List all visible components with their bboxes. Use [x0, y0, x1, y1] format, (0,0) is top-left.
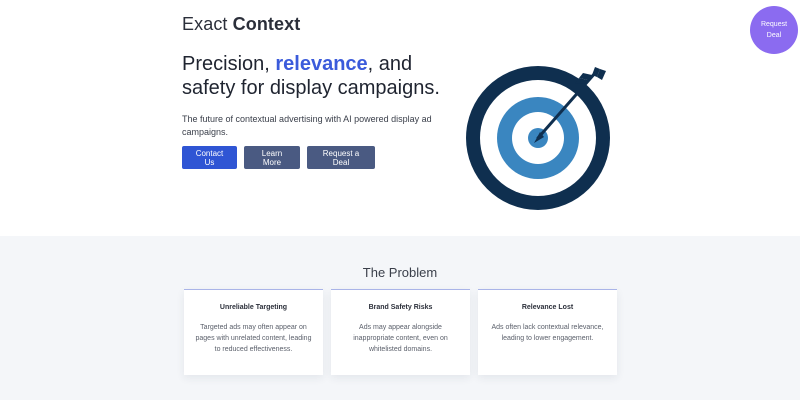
card-text: Targeted ads may often appear on pages w… — [195, 324, 312, 353]
brand-logo-light: Exact — [182, 14, 228, 34]
card-title: Brand Safety Risks — [368, 304, 433, 311]
target-arrow-icon — [466, 66, 610, 210]
headline-accent: relevance — [275, 53, 368, 75]
problem-title: The Problem — [362, 265, 438, 280]
brand-logo[interactable]: Exact Context — [182, 14, 300, 35]
problem-card-brand-safety: Brand Safety Risks Ads may appear alongs… — [331, 289, 470, 375]
headline-pre: Precision, — [182, 53, 276, 75]
hero-headline: Precision, relevance, and safety for dis… — [182, 52, 442, 100]
hero-subtitle: The future of contextual advertising wit… — [182, 114, 432, 137]
contact-us-button[interactable]: Contact Us — [182, 146, 237, 169]
card-text: Ads may appear alongside inappropriate c… — [353, 324, 448, 353]
card-title: Relevance Lost — [521, 304, 574, 311]
problem-card-unreliable-targeting: Unreliable Targeting Targeted ads may of… — [184, 289, 323, 375]
problem-card-relevance-lost: Relevance Lost Ads often lack contextual… — [478, 289, 617, 375]
problem-cards: Unreliable Targeting Targeted ads may of… — [184, 289, 617, 375]
floating-badge-line1: Request — [760, 21, 788, 28]
hero-section: Exact Context Precision, relevance, and … — [0, 0, 800, 236]
card-title: Unreliable Targeting — [219, 304, 288, 311]
floating-badge-line2: Deal — [766, 32, 782, 39]
brand-logo-bold: Context — [232, 14, 301, 34]
problem-section: The Problem Unreliable Targeting Targete… — [0, 236, 800, 400]
card-text: Ads often lack contextual relevance, lea… — [491, 324, 604, 342]
floating-request-deal-button[interactable]: Request Deal — [750, 6, 798, 54]
hero-button-row: Contact Us Learn More Request a Deal — [182, 146, 375, 169]
request-deal-button[interactable]: Request a Deal — [307, 146, 375, 169]
learn-more-button[interactable]: Learn More — [244, 146, 300, 169]
